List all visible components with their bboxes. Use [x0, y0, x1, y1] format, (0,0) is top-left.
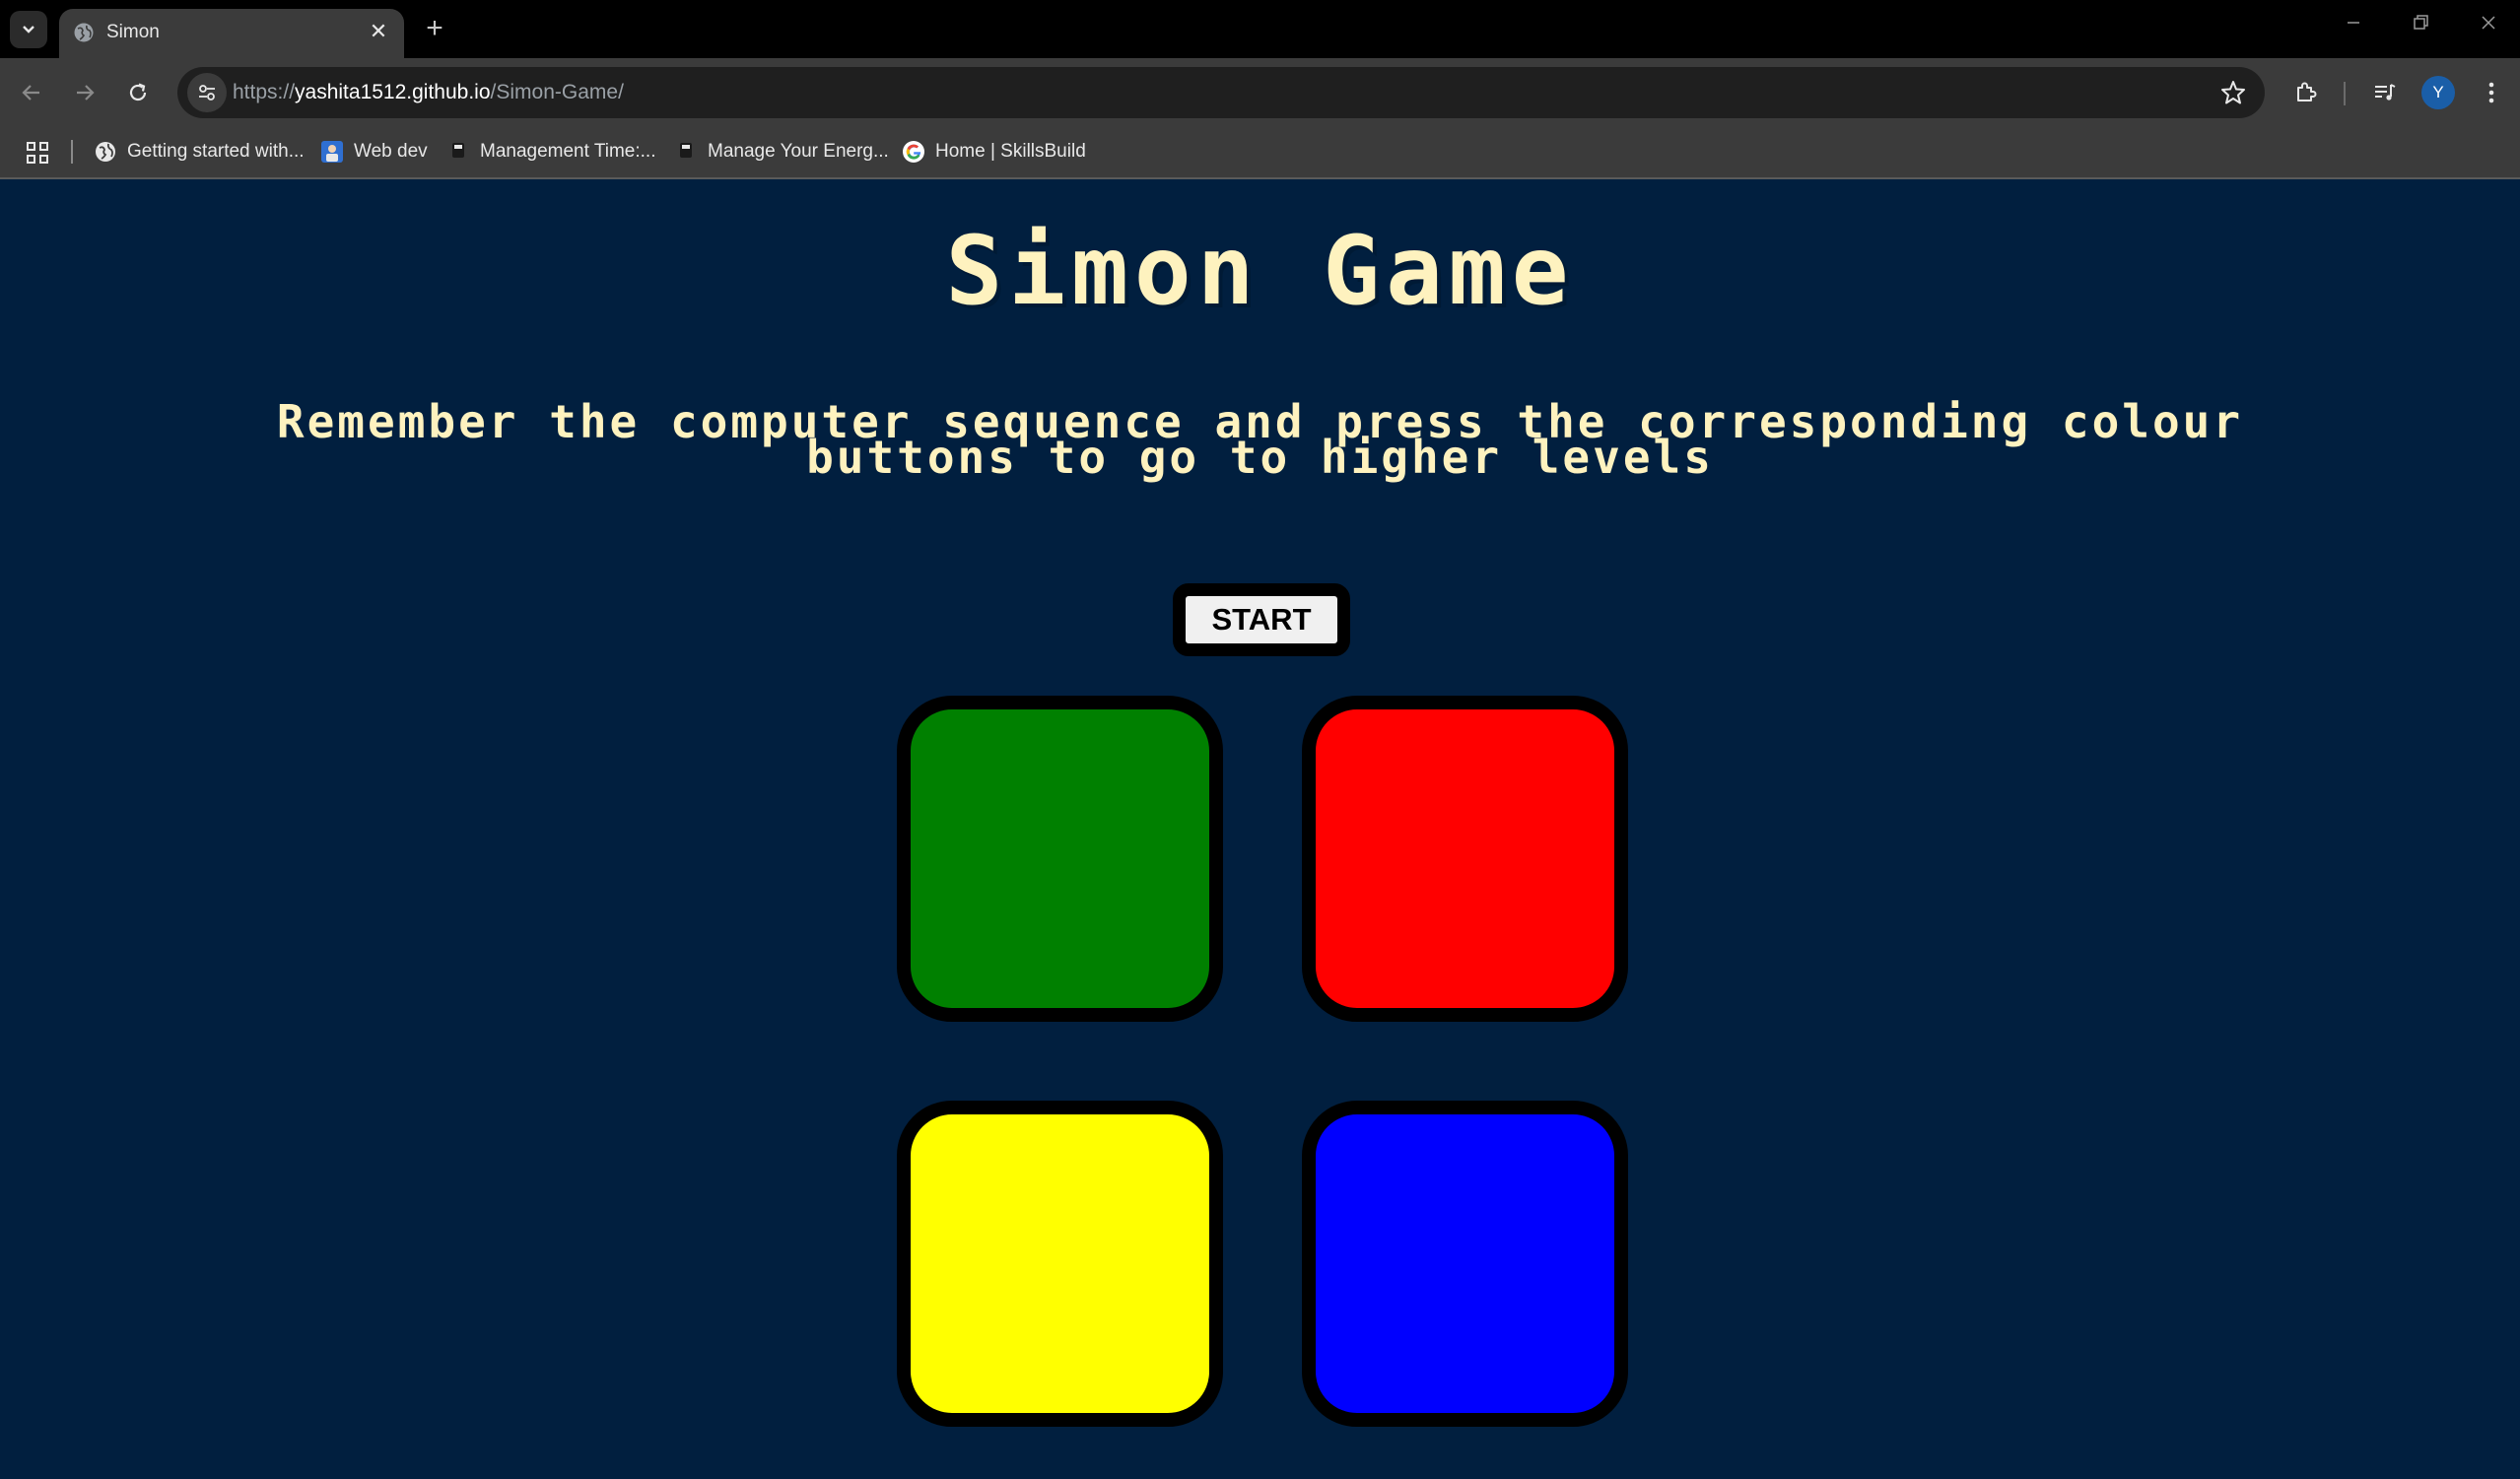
game-instructions: Remember the computer sequence and press… — [276, 395, 2244, 484]
bookmark-label: Getting started with... — [127, 141, 305, 162]
page-icon — [446, 140, 470, 164]
web-dev-favicon — [320, 140, 344, 164]
puzzle-icon — [2297, 82, 2317, 101]
bookmarks-bar: Getting started with... Web dev Manageme… — [0, 127, 2520, 179]
globe-icon — [74, 23, 94, 42]
more-vert-icon — [2488, 82, 2494, 103]
bookmark-management-time[interactable]: Management Time:... — [446, 135, 655, 168]
bookmark-web-dev[interactable]: Web dev — [320, 135, 428, 168]
browser-tab[interactable]: Simon ✕ — [59, 9, 404, 58]
site-info-button[interactable] — [187, 73, 227, 112]
address-bar[interactable]: https://yashita1512.github.io/Simon-Game… — [177, 67, 2265, 118]
tab-strip: Simon ✕ + — [0, 0, 2520, 58]
tab-title: Simon — [106, 22, 160, 42]
url-text[interactable]: https://yashita1512.github.io/Simon-Game… — [233, 78, 624, 107]
reload-button[interactable] — [118, 73, 158, 112]
playlist-icon — [2375, 84, 2396, 101]
restore-glyph — [2414, 15, 2428, 30]
tune-icon — [199, 85, 215, 101]
restore-icon[interactable] — [2391, 8, 2450, 47]
simon-page: Simon Game Remember the computer sequenc… — [0, 179, 2520, 1479]
close-glyph — [2482, 16, 2495, 30]
back-button[interactable] — [12, 73, 51, 112]
bookmark-label: Web dev — [354, 141, 428, 162]
url-host: yashita1512.github.io — [295, 81, 491, 103]
extensions-button[interactable] — [2286, 73, 2326, 112]
forward-button[interactable] — [65, 73, 104, 112]
bookmark-label: Manage Your Energ... — [708, 141, 889, 162]
apps-grid-icon[interactable] — [22, 137, 53, 168]
minimize-glyph — [2348, 22, 2359, 24]
close-window-icon[interactable] — [2459, 8, 2518, 47]
bookmark-getting-started[interactable]: Getting started with... — [94, 135, 305, 168]
bookmarks-divider — [71, 140, 73, 164]
close-tab-icon[interactable]: ✕ — [365, 19, 392, 46]
toolbar-divider — [2344, 82, 2346, 105]
bookmark-manage-energy[interactable]: Manage Your Energ... — [674, 135, 889, 168]
arrow-right-icon — [77, 85, 95, 101]
browser-menu-button[interactable] — [2472, 73, 2511, 112]
media-controls-button[interactable] — [2365, 73, 2405, 112]
reload-icon — [129, 83, 147, 101]
blue-pad[interactable] — [1302, 1101, 1628, 1427]
page-icon — [674, 140, 698, 164]
bookmark-label: Management Time:... — [480, 141, 656, 162]
green-pad[interactable] — [897, 696, 1223, 1022]
arrow-left-icon — [22, 85, 39, 101]
google-g-icon — [902, 140, 925, 164]
bookmark-skillsbuild[interactable]: Home | SkillsBuild — [902, 135, 1086, 168]
new-tab-button[interactable]: + — [418, 12, 451, 45]
globe-icon — [94, 140, 117, 164]
yellow-pad[interactable] — [897, 1101, 1223, 1427]
bookmark-star-icon[interactable] — [2217, 77, 2249, 108]
minimize-icon[interactable] — [2324, 8, 2383, 47]
url-scheme: https:// — [233, 81, 296, 103]
tab-search-button[interactable] — [10, 11, 47, 48]
browser-toolbar: https://yashita1512.github.io/Simon-Game… — [0, 58, 2520, 127]
red-pad[interactable] — [1302, 696, 1628, 1022]
chevron-down-icon — [23, 26, 34, 34]
profile-avatar[interactable]: Y — [2421, 76, 2455, 109]
page-title: Simon Game — [945, 216, 1575, 326]
url-path: /Simon-Game/ — [490, 81, 624, 103]
start-button[interactable]: START — [1173, 583, 1350, 656]
bookmark-label: Home | SkillsBuild — [935, 141, 1086, 162]
